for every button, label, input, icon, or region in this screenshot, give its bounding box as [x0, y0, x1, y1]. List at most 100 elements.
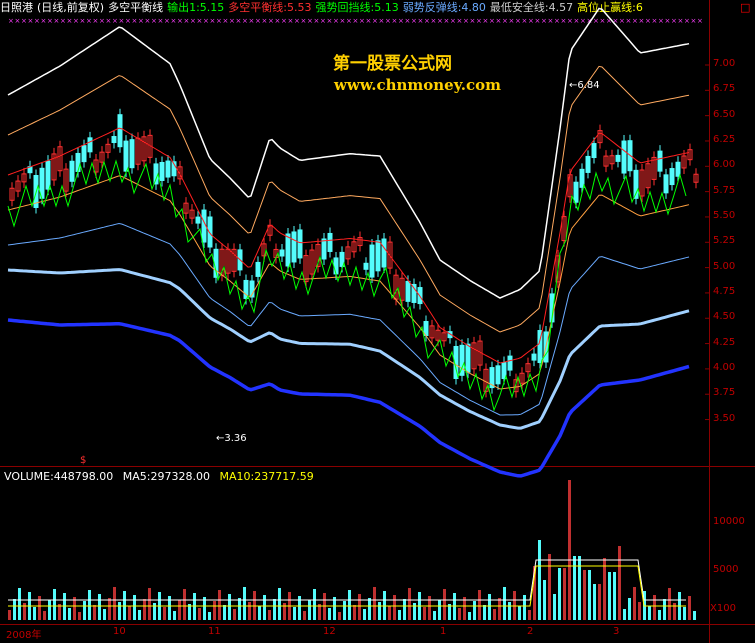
- signal-mark: ×: [28, 17, 34, 25]
- kline-chart[interactable]: × × × × × × × × × × × × × × × × × × × × × × × × × × × × × × × × × × × × × × × ×…: [0, 0, 755, 643]
- signal-mark: ×: [600, 17, 606, 25]
- signal-mark: ×: [632, 17, 638, 25]
- signal-mark: ×: [444, 17, 450, 25]
- candle-body: [579, 168, 585, 188]
- candle-body: [411, 283, 417, 303]
- signal-mark: ×: [255, 17, 261, 25]
- volume-bar: [143, 599, 146, 620]
- signal-mark: ×: [229, 17, 235, 25]
- volume-bar: [338, 612, 341, 620]
- signal-mark: ×: [223, 17, 229, 25]
- volume-bar: [423, 607, 426, 620]
- signal-mark: ×: [125, 17, 131, 25]
- signal-mark: ×: [171, 17, 177, 25]
- candle-body: [297, 229, 303, 259]
- signal-mark: ×: [93, 17, 99, 25]
- volume-bar: [353, 605, 356, 620]
- volume-bar: [653, 595, 656, 620]
- volume-bar: [53, 589, 56, 620]
- volume-bar: [558, 568, 561, 620]
- month-jan: 1: [440, 626, 447, 637]
- volume-bar: [228, 594, 231, 620]
- signal-mark: ×: [437, 17, 443, 25]
- watermark-url[interactable]: www.chnmoney.com: [334, 76, 501, 94]
- candle-body: [507, 355, 513, 371]
- signal-mark: ×: [119, 17, 125, 25]
- candle-body: [531, 353, 537, 361]
- volume-bar: [483, 605, 486, 620]
- volume-bar: [398, 610, 401, 620]
- candle-body: [153, 163, 159, 185]
- signal-mark: ×: [567, 17, 573, 25]
- candle-body: [375, 240, 381, 272]
- volume-bar: [223, 605, 226, 620]
- signal-mark: ×: [580, 17, 586, 25]
- volume-bar: [43, 611, 46, 620]
- volume-bar: [403, 599, 406, 620]
- volume-bar: [348, 590, 351, 620]
- candle-body: [69, 160, 75, 182]
- volume-bar: [243, 587, 246, 620]
- year-label: 2008年: [6, 630, 42, 641]
- candle-body: [663, 174, 669, 194]
- signal-mark: ×: [405, 17, 411, 25]
- candle-body: [81, 145, 87, 163]
- volume-bar: [368, 598, 371, 620]
- candle-body: [201, 209, 207, 243]
- signal-mark: ×: [392, 17, 398, 25]
- volume-bar: [278, 588, 281, 620]
- signal-mark: ×: [476, 17, 482, 25]
- signal-mark: ×: [366, 17, 372, 25]
- signal-mark: ×: [450, 17, 456, 25]
- volume-bar: [358, 594, 361, 620]
- volume-bar: [443, 589, 446, 620]
- volume-bar: [523, 595, 526, 620]
- volume-bar: [328, 608, 331, 620]
- signal-mark: ×: [301, 17, 307, 25]
- signal-mark: ×: [346, 17, 352, 25]
- price-tick: 6.25: [713, 133, 736, 145]
- safe-line: [7, 175, 690, 390]
- price-tick: 4.25: [713, 336, 736, 348]
- candle-body: [195, 216, 201, 224]
- upper-line-1: [7, 65, 690, 333]
- candle-body: [45, 160, 51, 190]
- signal-mark: ×: [684, 17, 690, 25]
- volume-bar: [663, 599, 666, 620]
- candle-body: [495, 365, 501, 385]
- candle-body: [615, 154, 621, 162]
- signal-mark: ×: [15, 17, 21, 25]
- month-dec: 12: [323, 626, 336, 637]
- volume-bar: [518, 606, 521, 620]
- signal-mark: ×: [320, 17, 326, 25]
- volume-bar: [138, 610, 141, 620]
- signal-mark: ×: [678, 17, 684, 25]
- volume-bar: [93, 605, 96, 620]
- volume-bar: [608, 572, 611, 620]
- price-tick: 6.50: [713, 108, 736, 120]
- volume-bar: [378, 602, 381, 620]
- signal-mark: ×: [372, 17, 378, 25]
- signal-mark: ×: [86, 17, 92, 25]
- price-tick: 6.75: [713, 83, 736, 95]
- signal-mark: ×: [288, 17, 294, 25]
- signal-mark: ×: [593, 17, 599, 25]
- volume-bar: [363, 609, 366, 620]
- signal-mark: ×: [398, 17, 404, 25]
- low-annotation: ←3.36: [216, 433, 247, 444]
- signal-mark: ×: [483, 17, 489, 25]
- volume-bar: [458, 608, 461, 620]
- volume-bar: [433, 611, 436, 620]
- signal-mark: ×: [47, 17, 53, 25]
- candle-body: [321, 238, 327, 260]
- signal-mark: ×: [80, 17, 86, 25]
- price-tick: 7.00: [713, 58, 736, 69]
- signal-mark: ×: [151, 17, 157, 25]
- marker-sign: $: [80, 455, 87, 466]
- month-oct: 10: [113, 626, 126, 637]
- bottom-line: [7, 268, 690, 430]
- signal-mark: ×: [385, 17, 391, 25]
- candle-body: [465, 343, 471, 373]
- volume-bar: [8, 610, 11, 620]
- ma5-value: MA5:297328.00: [122, 470, 210, 483]
